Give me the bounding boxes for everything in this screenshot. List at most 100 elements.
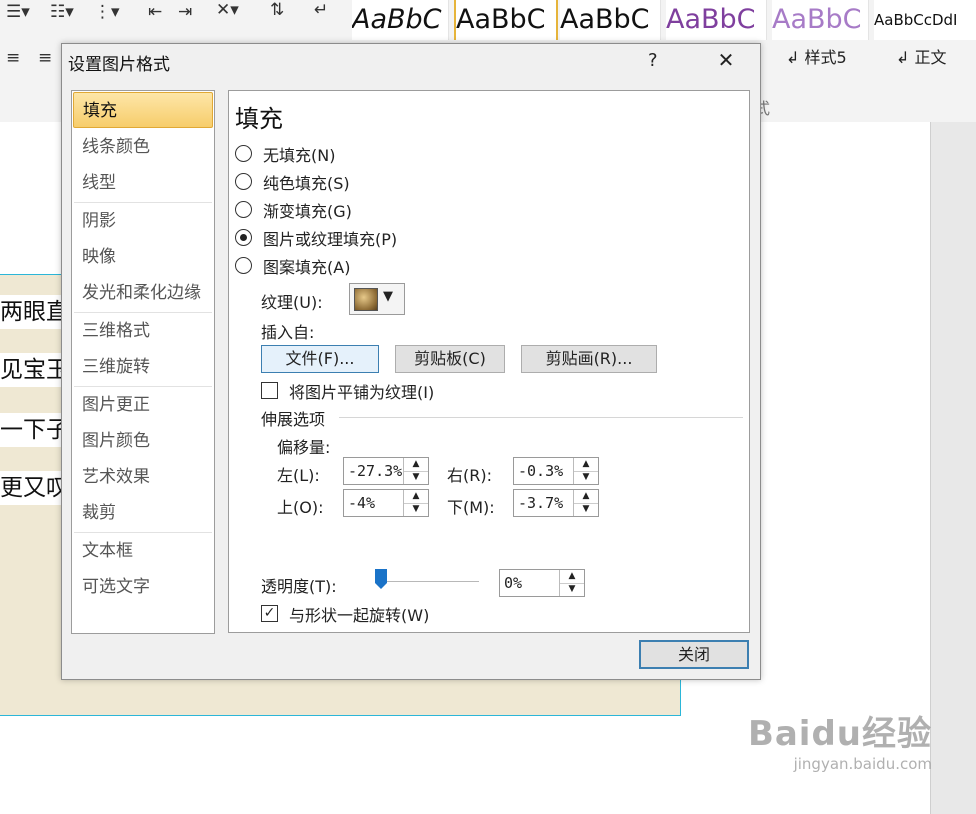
radio-label: 渐变填充(G) [263,202,352,221]
spin-up-icon[interactable]: ▲ [404,490,428,504]
transparency-label: 透明度(T): [261,577,337,596]
offset-bottom-value: -3.7% [518,494,564,512]
style-name-normal[interactable]: ↲ 正文 [896,44,947,68]
spin-up-icon[interactable]: ▲ [574,490,598,504]
chevron-down-icon: ▼ [383,289,393,304]
document-text-line: 见宝玉 [0,353,66,387]
spin-up-icon[interactable]: ▲ [404,458,428,472]
style-tile-light-purple[interactable]: AaBbC [772,0,869,40]
rotate-with-shape-checkbox[interactable]: ✓ [261,605,278,622]
nav-item-artistic-effects[interactable]: 艺术效果 [73,459,213,495]
rotate-checkbox-label: 与形状一起旋转(W) [289,606,430,625]
style-tile-purple[interactable]: AaBbC [666,0,767,40]
offset-label: 偏移量: [277,438,331,457]
watermark-brand: Baidu经验 [747,714,932,754]
radio-label: 图案填充(A) [263,258,351,277]
decrease-indent-icon[interactable]: ⇤ [148,2,162,22]
style-sample: AaBbC [560,4,650,35]
spin-up-icon[interactable]: ▲ [574,458,598,472]
offset-bottom-spinner[interactable]: -3.7% ▲ ▼ [513,489,599,517]
spin-down-icon[interactable]: ▼ [560,583,584,596]
style-tile-normal[interactable]: AaBbCcDdI [874,0,976,40]
offset-left-spinner[interactable]: -27.3% ▲ ▼ [343,457,429,485]
spin-down-icon[interactable]: ▼ [574,503,598,516]
offset-top-label: 上(O): [277,498,324,517]
nav-item-crop[interactable]: 裁剪 [73,495,213,531]
dialog-title: 设置图片格式 [68,55,170,75]
offset-right-spinner[interactable]: -0.3% ▲ ▼ [513,457,599,485]
slider-thumb[interactable] [375,569,387,589]
bullets-icon[interactable]: ☰▾ [6,2,30,22]
nav-item-line-color[interactable]: 线条颜色 [73,129,213,165]
clipart-button[interactable]: 剪贴画(R)... [521,345,657,373]
numbering-icon[interactable]: ☷▾ [50,2,74,22]
radio-picture-fill[interactable] [235,229,252,246]
nav-item-reflection[interactable]: 映像 [73,239,213,275]
style-name-5[interactable]: ↲ 样式5 [786,44,847,68]
document-text-line: 一下子 [0,413,66,447]
radio-no-fill[interactable] [235,145,252,162]
spin-up-icon[interactable]: ▲ [560,570,584,584]
stretch-heading: 伸展选项 [261,410,326,429]
panel-heading: 填充 [235,105,283,133]
sort-icon[interactable]: ⇅ [270,0,284,20]
transparency-value: 0% [504,574,523,592]
radio-label: 纯色填充(S) [263,174,350,193]
clipboard-button[interactable]: 剪贴板(C) [395,345,505,373]
nav-item-shadow[interactable]: 阴影 [73,203,213,239]
spin-down-icon[interactable]: ▼ [404,503,428,516]
align-center-icon[interactable]: ≡ [38,48,52,68]
texture-picker[interactable]: ▼ [349,283,405,315]
nav-item-3d-format[interactable]: 三维格式 [73,313,213,349]
help-button[interactable]: ? [648,50,658,71]
nav-item-3d-rotation[interactable]: 三维旋转 [73,349,213,385]
close-button[interactable]: 关闭 [639,640,749,669]
offset-right-value: -0.3% [518,462,564,480]
nav-item-fill[interactable]: 填充 [73,92,213,128]
style-tile-selected[interactable]: AaBbC [454,0,558,40]
offset-top-value: -4% [348,494,376,512]
format-picture-dialog: 设置图片格式 ? ✕ 填充 线条颜色 线型 阴影 映像 发光和柔化边缘 三维格式… [61,43,761,680]
checkmark-icon: ✓ [263,605,276,621]
tile-checkbox-label: 将图片平铺为纹理(I) [289,383,435,402]
nav-item-alt-text[interactable]: 可选文字 [73,569,213,605]
spin-down-icon[interactable]: ▼ [404,471,428,484]
texture-swatch-icon [354,288,378,311]
spin-down-icon[interactable]: ▼ [574,471,598,484]
nav-item-text-box[interactable]: 文本框 [73,533,213,569]
file-button[interactable]: 文件(F)... [261,345,379,373]
transparency-slider[interactable] [375,569,481,595]
align-left-icon[interactable]: ≡ [6,48,20,68]
document-text-line: 更又叹 [0,471,66,505]
radio-label: 图片或纹理填充(P) [263,230,398,249]
tile-checkbox[interactable] [261,382,278,399]
document-text-line: 两眼直 [0,295,68,329]
style-sample: AaBbC [456,4,546,35]
radio-pattern-fill[interactable] [235,257,252,274]
increase-indent-icon[interactable]: ⇥ [178,2,192,22]
slider-track [375,581,479,582]
nav-item-picture-color[interactable]: 图片颜色 [73,423,213,459]
style-tile-strong[interactable]: AaBbC [560,0,661,40]
show-marks-icon[interactable]: ↵ [314,0,328,20]
watermark: Baidu经验 jingyan.baidu.com [748,706,932,773]
texture-label: 纹理(U): [261,293,323,312]
radio-gradient-fill[interactable] [235,201,252,218]
style-sample: AaBbC [772,4,862,35]
nav-item-line-style[interactable]: 线型 [73,165,213,201]
style-sample: AaBbC [352,4,442,35]
offset-right-label: 右(R): [447,466,492,485]
asian-layout-icon[interactable]: ✕▾ [216,0,239,20]
nav-item-picture-corrections[interactable]: 图片更正 [73,387,213,423]
multilevel-list-icon[interactable]: ⋮▾ [94,2,120,22]
radio-solid-fill[interactable] [235,173,252,190]
transparency-spinner[interactable]: 0% ▲ ▼ [499,569,585,597]
close-icon[interactable]: ✕ [712,46,740,74]
section-divider [339,417,743,418]
offset-top-spinner[interactable]: -4% ▲ ▼ [343,489,429,517]
style-name-label: 样式5 [804,48,847,67]
fill-panel: 填充 无填充(N) 纯色填充(S) 渐变填充(G) 图片或纹理填充(P) 图案填… [228,90,750,633]
nav-item-glow[interactable]: 发光和柔化边缘 [73,275,213,311]
offset-left-label: 左(L): [277,466,320,485]
style-tile-emphasis[interactable]: AaBbC [352,0,449,40]
